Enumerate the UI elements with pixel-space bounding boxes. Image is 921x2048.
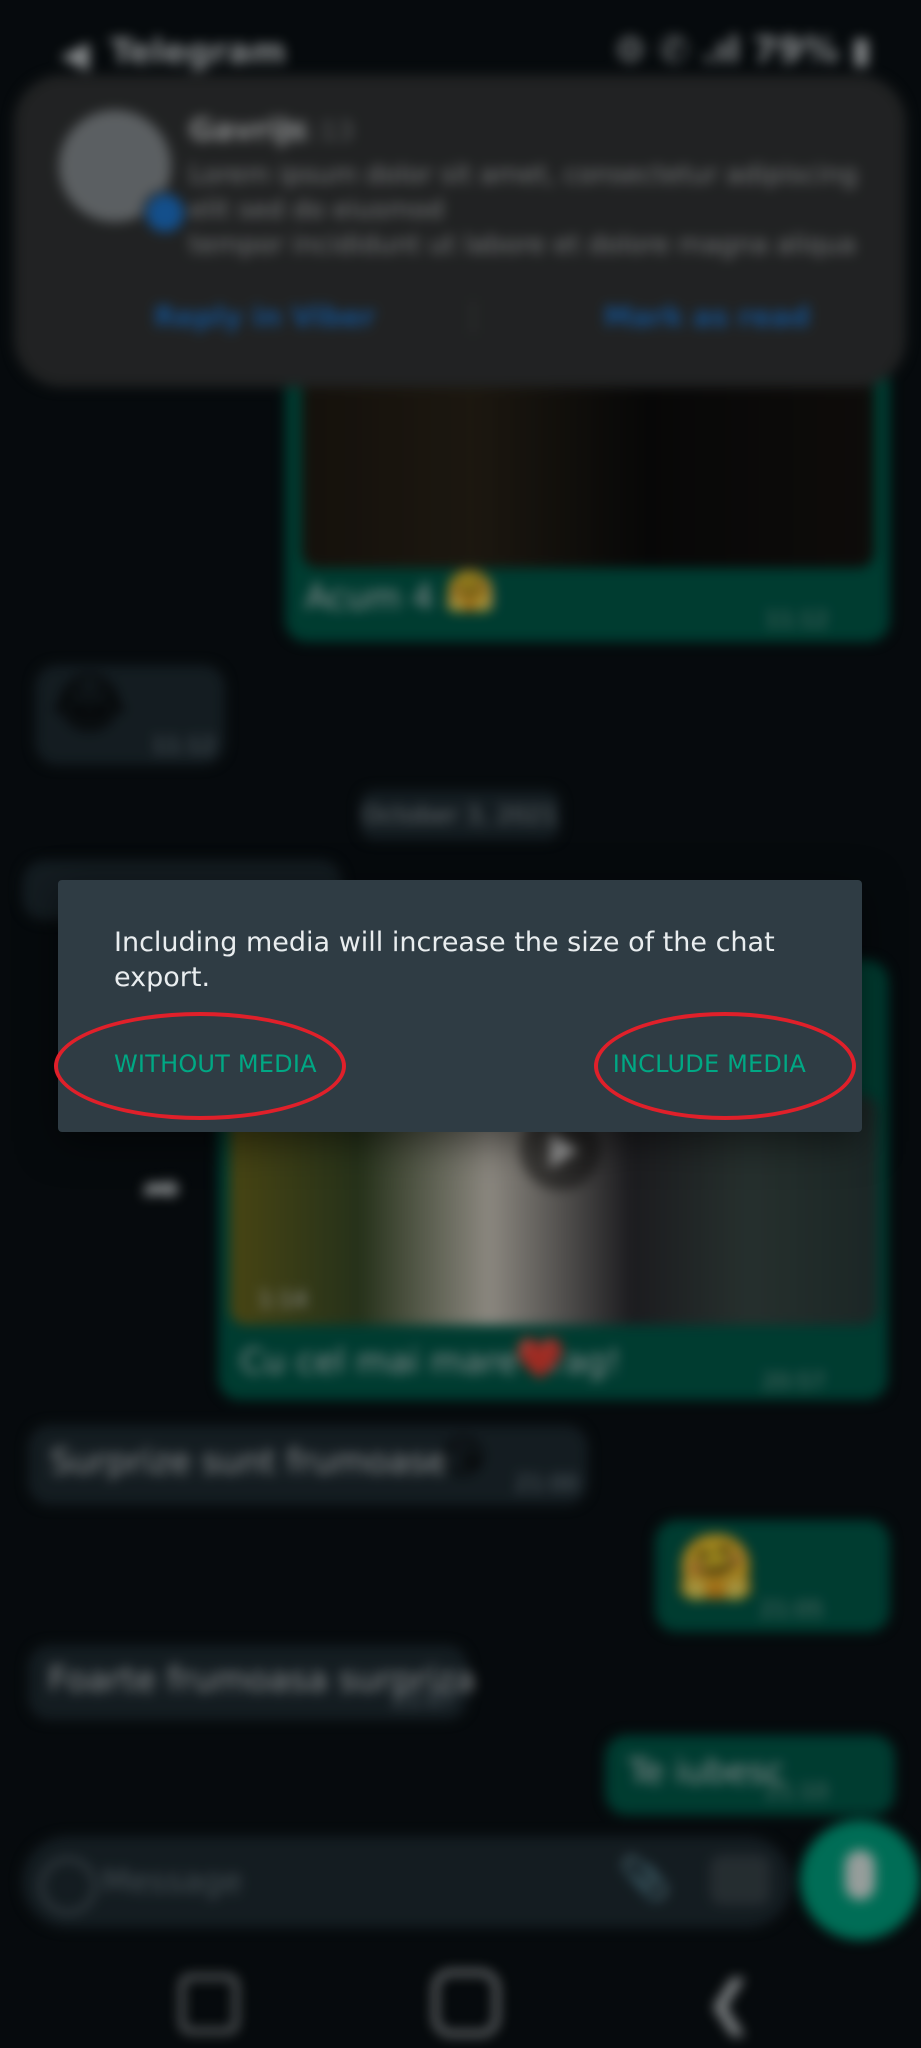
annotation-ellipse-include-media [594,1012,856,1120]
annotation-ellipse-without-media [54,1012,346,1120]
dialog-message: Including media will increase the size o… [114,927,775,993]
